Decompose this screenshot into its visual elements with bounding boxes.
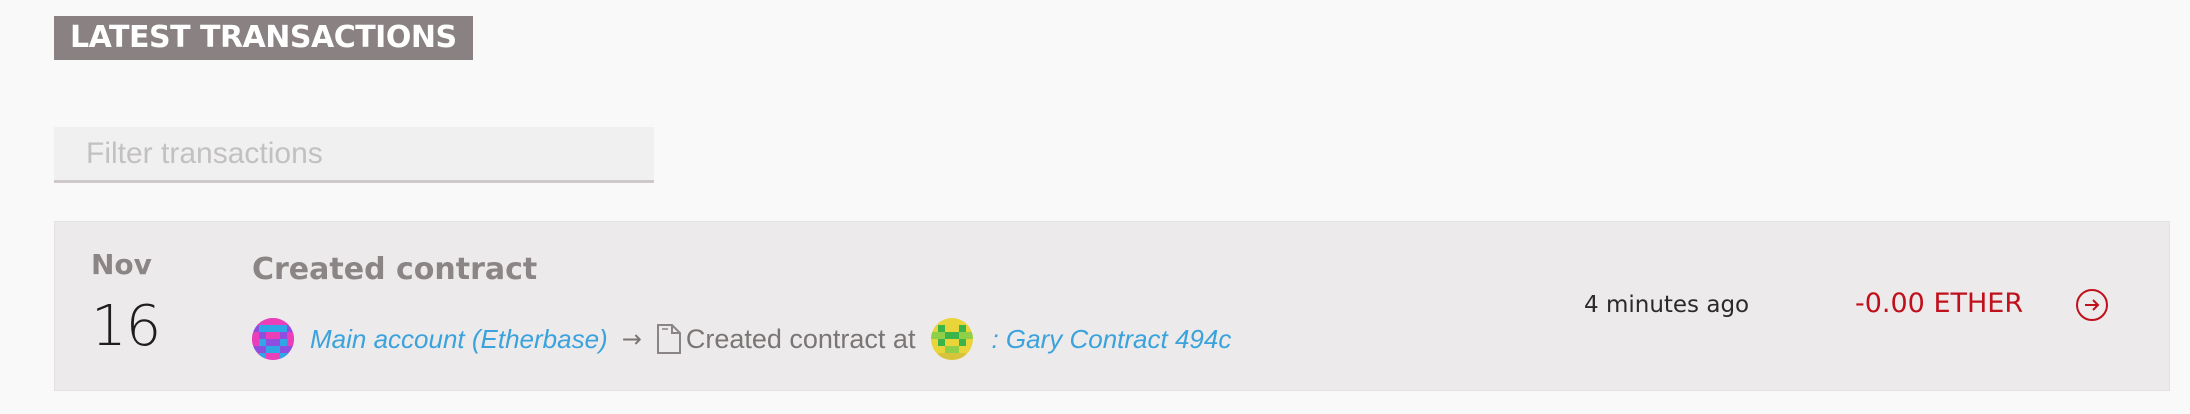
transaction-time: 4 minutes ago xyxy=(1584,292,1750,318)
transaction-day: 16 xyxy=(91,294,161,359)
to-contract-link[interactable]: : Gary Contract 494c xyxy=(991,324,1231,355)
from-identicon-icon[interactable] xyxy=(252,318,294,360)
transaction-title: Created contract xyxy=(252,252,538,287)
filter-input[interactable] xyxy=(54,127,654,180)
arrow-right-icon: → xyxy=(621,325,642,353)
filter-field[interactable] xyxy=(54,127,654,183)
to-identicon-icon[interactable] xyxy=(931,318,974,360)
transaction-row[interactable]: Nov 16 Created contract Main account (Et… xyxy=(54,221,2170,391)
from-account-link[interactable]: Main account (Etherbase) xyxy=(310,324,608,355)
transaction-amount: -0.00 ETHER xyxy=(1855,288,2024,319)
section-title: LATEST TRANSACTIONS xyxy=(54,16,473,60)
transaction-details: Main account (Etherbase) → Created contr… xyxy=(252,316,1231,362)
arrow-circle-right-icon[interactable] xyxy=(2075,288,2109,322)
document-icon xyxy=(656,324,682,354)
action-text: Created contract at xyxy=(685,323,916,354)
transaction-month: Nov xyxy=(91,248,152,281)
